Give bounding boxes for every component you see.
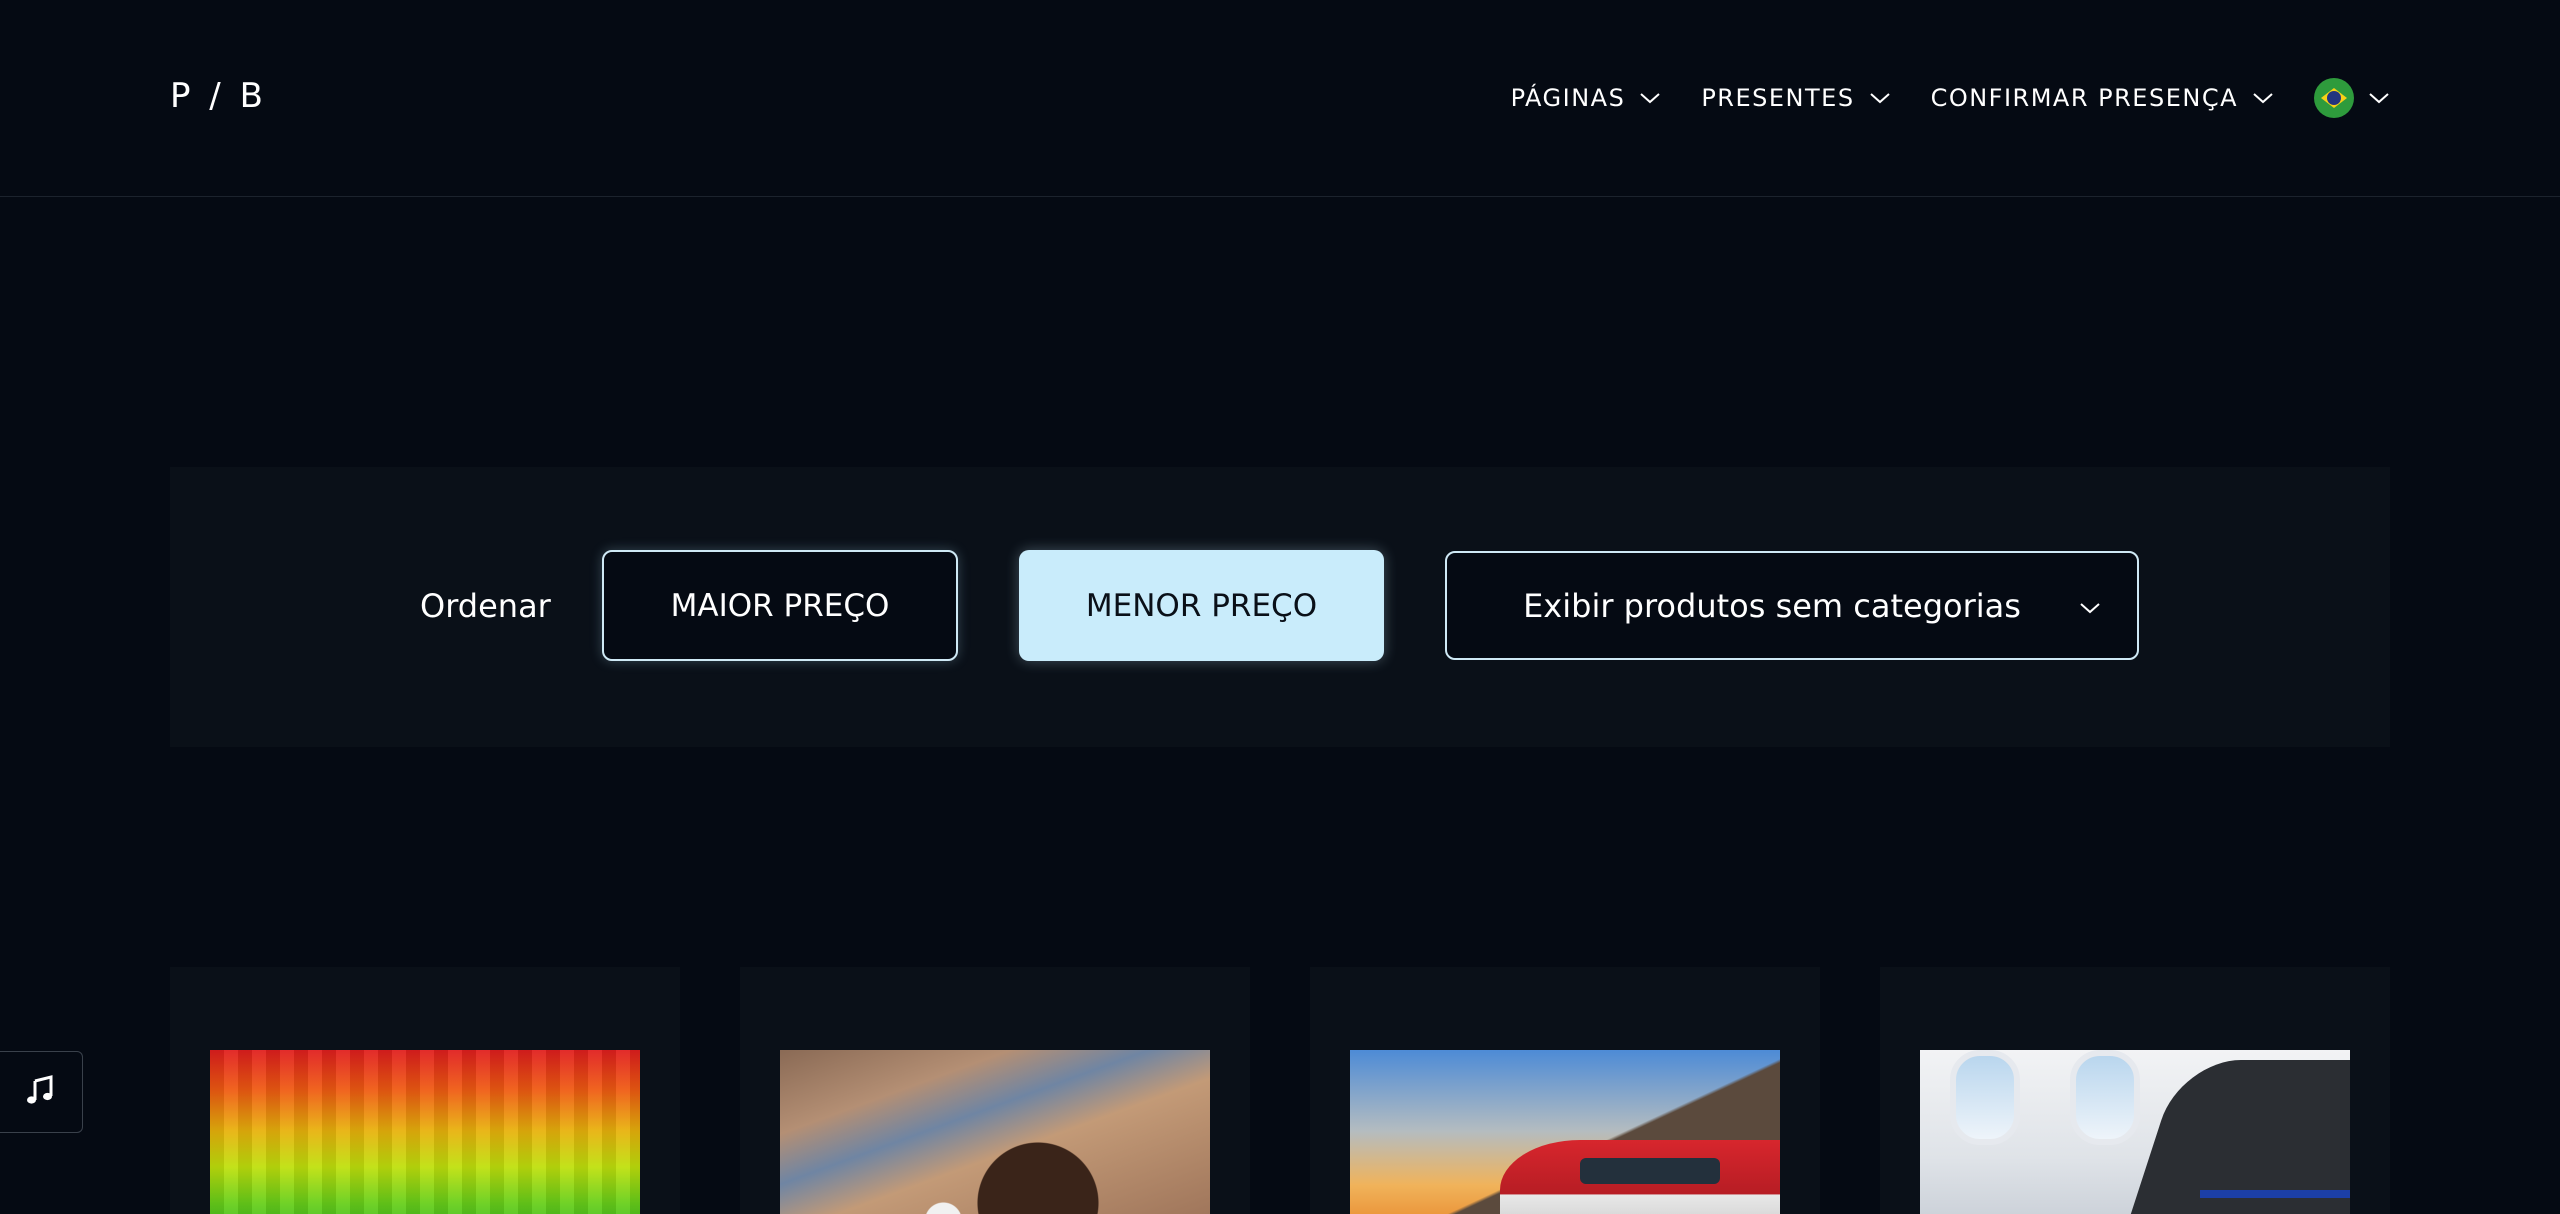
nav-item-paginas[interactable]: PÁGINAS: [1511, 74, 1662, 122]
chevron-down-icon: [2079, 601, 2101, 615]
sort-highest-price-button[interactable]: MAIOR PREÇO: [602, 550, 958, 661]
product-card[interactable]: [1880, 967, 2390, 1214]
product-card[interactable]: [170, 967, 680, 1214]
product-card[interactable]: [1310, 967, 1820, 1214]
main-nav: PÁGINAS PRESENTES CONFIRMAR PRESENÇA: [1511, 74, 2390, 122]
chevron-down-icon: [2252, 91, 2274, 105]
category-select-value: Exibir produtos sem categorias: [1523, 586, 2021, 625]
page: P / B PÁGINAS PRESENTES CONFIRMAR PRESEN…: [0, 0, 2560, 1214]
category-select[interactable]: Exibir produtos sem categorias: [1445, 551, 2139, 660]
language-selector[interactable]: [2314, 74, 2390, 122]
nav-item-label: CONFIRMAR PRESENÇA: [1930, 84, 2238, 112]
music-note-icon: [24, 1074, 56, 1110]
sort-label: Ordenar: [420, 587, 551, 625]
site-header: P / B PÁGINAS PRESENTES CONFIRMAR PRESEN…: [0, 0, 2560, 197]
nav-item-label: PRESENTES: [1701, 84, 1855, 112]
nav-item-confirmar-presenca[interactable]: CONFIRMAR PRESENÇA: [1931, 74, 2274, 122]
product-filter-bar: Ordenar MAIOR PREÇO MENOR PREÇO Exibir p…: [170, 467, 2390, 747]
chevron-down-icon: [1639, 91, 1661, 105]
music-toggle-button[interactable]: [0, 1051, 83, 1133]
brazil-flag-icon: [2314, 78, 2354, 118]
site-logo[interactable]: P / B: [170, 76, 267, 116]
product-image[interactable]: [780, 1050, 1210, 1214]
sort-lowest-price-button[interactable]: MENOR PREÇO: [1019, 550, 1384, 661]
chevron-down-icon: [2368, 91, 2390, 105]
chevron-down-icon: [1869, 91, 1891, 105]
product-card[interactable]: [740, 967, 1250, 1214]
nav-item-presentes[interactable]: PRESENTES: [1701, 74, 1890, 122]
product-image[interactable]: [210, 1050, 640, 1214]
product-image[interactable]: [1350, 1050, 1780, 1214]
product-image[interactable]: [1920, 1050, 2350, 1214]
nav-item-label: PÁGINAS: [1510, 84, 1626, 112]
